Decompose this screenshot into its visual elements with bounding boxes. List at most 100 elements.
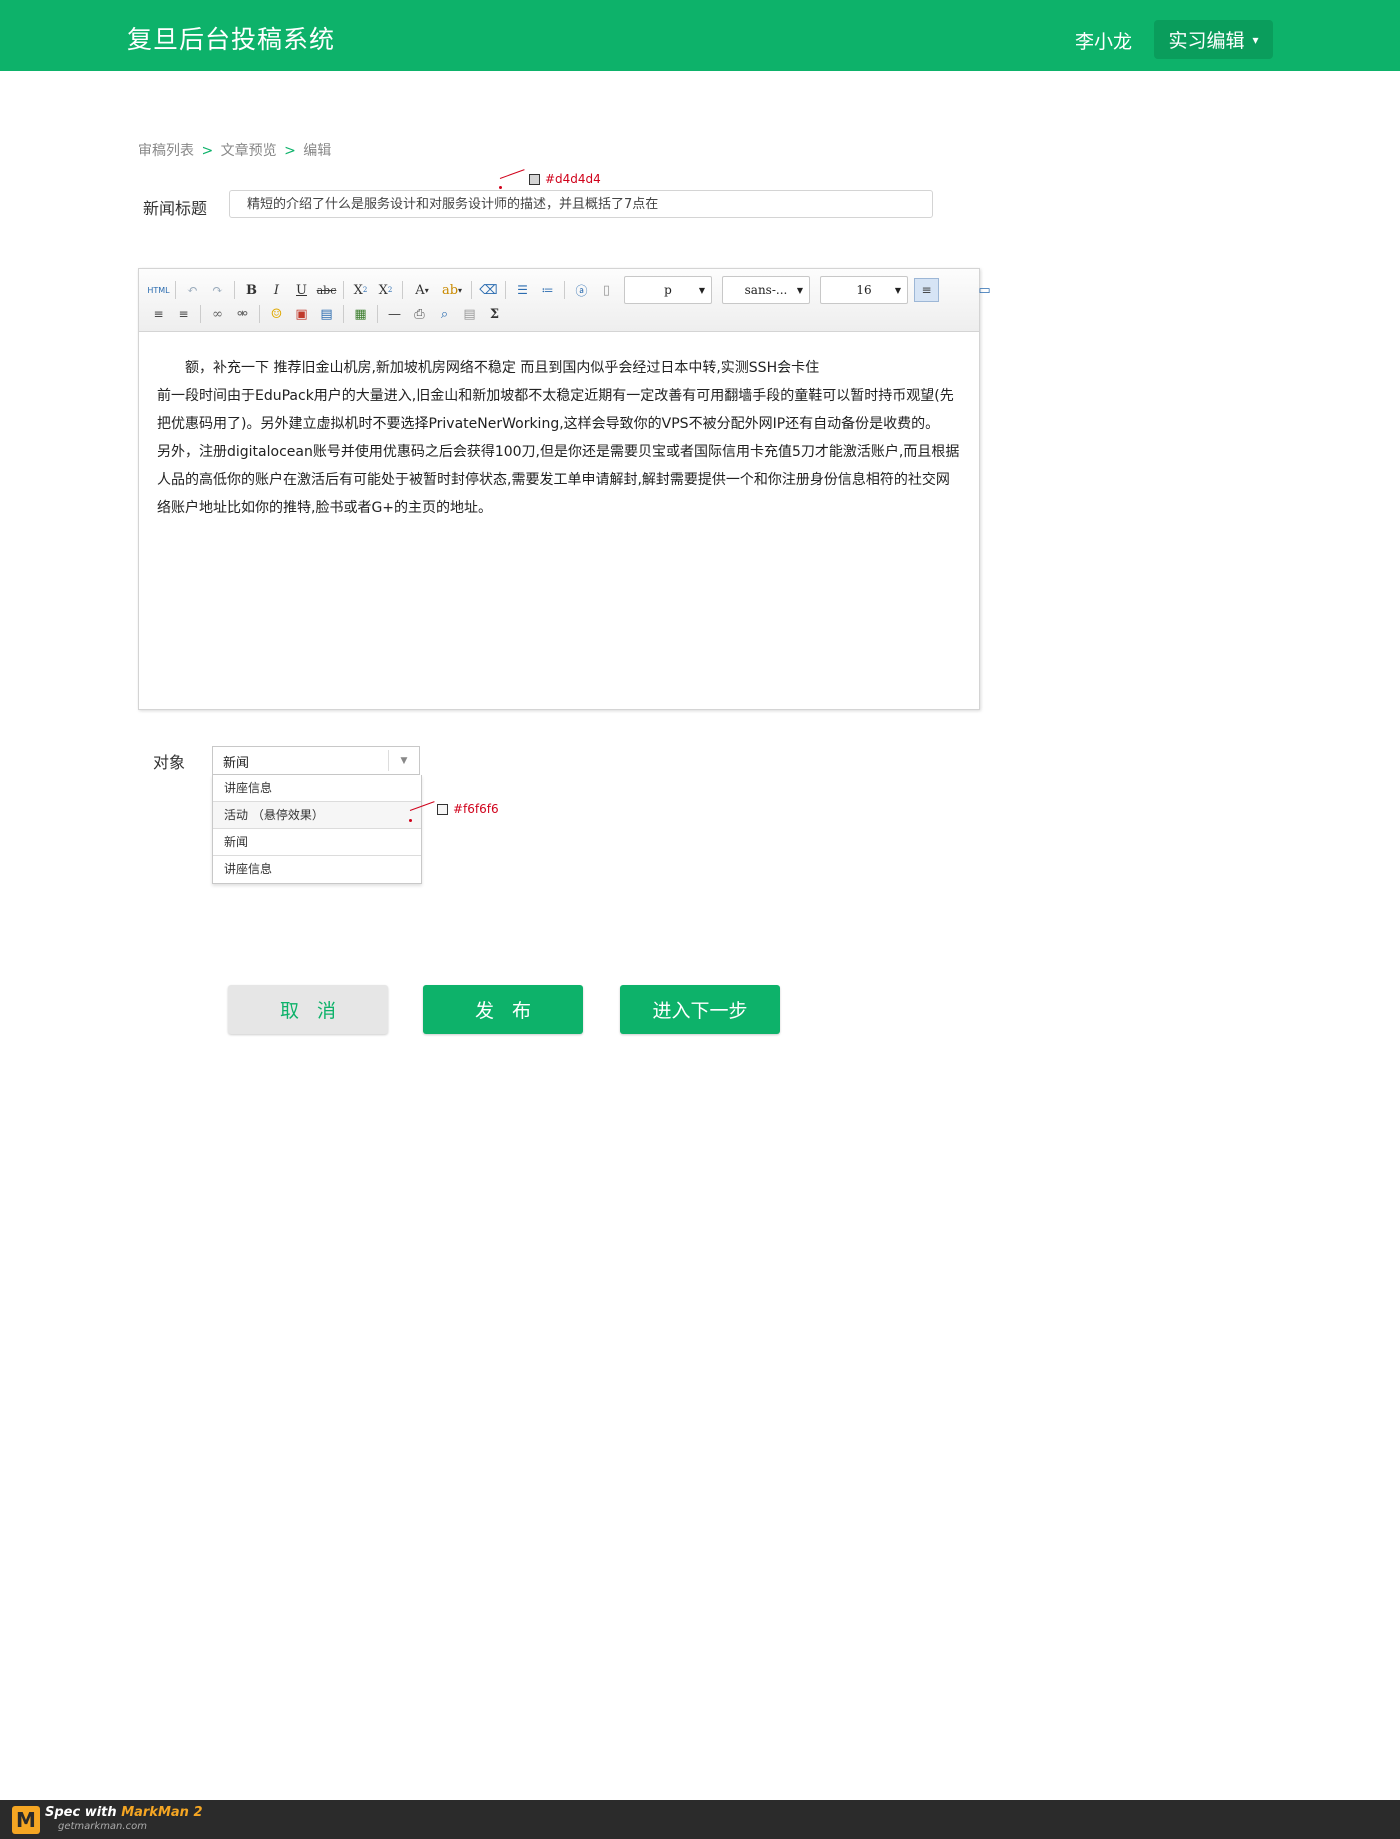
footer-brand-name: MarkMan 2 <box>121 1805 203 1820</box>
chevron-down-icon: ▼ <box>698 286 705 295</box>
highlight-icon[interactable]: ab ▾ <box>438 279 466 301</box>
breadcrumb-item-article-preview[interactable]: 文章预览 <box>221 143 277 159</box>
annotation-dot <box>409 819 412 822</box>
footer-brand: Spec with MarkMan 2 <box>45 1805 203 1820</box>
toolbar-divider <box>377 305 378 323</box>
annotation-dot <box>499 186 502 189</box>
font-family-select[interactable]: sans-... ▼ <box>722 276 810 304</box>
target-select-value: 新闻 <box>223 756 250 771</box>
breadcrumb: 审稿列表 > 文章预览 > 编辑 <box>138 140 331 160</box>
html-icon[interactable]: HTML <box>147 279 170 301</box>
redo-icon[interactable]: ↷ <box>206 279 229 301</box>
font-select-value: sans-... <box>744 283 788 297</box>
color-swatch <box>437 803 448 815</box>
user-name[interactable]: 李小龙 <box>1075 27 1132 54</box>
markman-logo-icon: M <box>12 1806 40 1834</box>
chevron-down-icon[interactable]: ▼ <box>388 750 419 771</box>
toolbar-divider <box>343 281 344 299</box>
subscript-icon[interactable]: X2 <box>374 279 397 301</box>
page-icon[interactable]: ▯ <box>595 279 618 301</box>
toolbar-divider <box>200 305 201 323</box>
anchor-icon[interactable]: ⓐ <box>570 279 593 301</box>
image-icon[interactable]: ▣ <box>290 303 313 325</box>
size-select-value: 16 <box>856 283 872 297</box>
chevron-down-icon: ▾ <box>1252 32 1259 47</box>
video-icon[interactable]: ▤ <box>315 303 338 325</box>
toolbar-divider <box>402 281 403 299</box>
unordered-list-icon[interactable]: ≔ <box>536 279 559 301</box>
superscript-icon[interactable]: X2 <box>349 279 372 301</box>
annotation-label: #f6f6f6 <box>453 802 499 816</box>
search-icon[interactable]: ⌕ <box>433 303 456 325</box>
ordered-list-icon[interactable]: ☰ <box>511 279 534 301</box>
horizontal-rule-icon[interactable]: — <box>383 303 406 325</box>
paragraph-select-value: p <box>664 283 672 297</box>
emoticon-icon[interactable]: ☺ <box>265 303 288 325</box>
cancel-button[interactable]: 取消 <box>228 985 388 1034</box>
align-right-icon[interactable]: ≡ <box>172 303 195 325</box>
color-swatch <box>529 173 540 185</box>
annotation-line <box>499 169 525 179</box>
target-select[interactable]: 新闻 ▼ <box>212 746 420 775</box>
unlink-icon[interactable]: ⚮ <box>231 303 254 325</box>
top-header: 复旦后台投稿系统 李小龙 实习编辑 ▾ <box>0 0 1400 71</box>
align-center-icon[interactable]: ≡ <box>147 303 170 325</box>
annotation-border-color: #d4d4d4 <box>529 172 601 186</box>
next-step-button[interactable]: 进入下一步 <box>620 985 780 1034</box>
paste-icon[interactable]: ▤ <box>458 303 481 325</box>
news-title-input[interactable]: 精短的介绍了什么是服务设计和对服务设计师的描述，并且概括了7点在 <box>229 190 933 218</box>
editor-paragraph: 额，补充一下 推荐旧金山机房,新加坡机房网络不稳定 而且到国内似乎会经过日本中转… <box>185 360 820 376</box>
publish-button[interactable]: 发布 <box>423 985 583 1034</box>
role-dropdown-button[interactable]: 实习编辑 ▾ <box>1154 20 1273 59</box>
bold-icon[interactable]: B <box>240 279 263 301</box>
toolbar-divider <box>471 281 472 299</box>
toolbar-divider <box>564 281 565 299</box>
app-title: 复旦后台投稿系统 <box>127 25 336 54</box>
breadcrumb-item-edit: 编辑 <box>303 143 332 159</box>
eraser-icon[interactable]: ⌫ <box>477 279 500 301</box>
paragraph-select[interactable]: p ▼ <box>624 276 712 304</box>
target-label: 对象 <box>153 753 186 772</box>
markman-footer: M Spec with MarkMan 2 getmarkman.com <box>0 1800 1400 1839</box>
breadcrumb-item-review-list[interactable]: 审稿列表 <box>138 143 194 159</box>
italic-icon[interactable]: I <box>265 279 288 301</box>
chevron-down-icon: ▼ <box>796 286 803 295</box>
toolbar-divider <box>505 281 506 299</box>
annotation-hover-color: #f6f6f6 <box>437 802 499 816</box>
formula-icon[interactable]: Σ <box>483 303 506 325</box>
toolbar-divider <box>343 305 344 323</box>
editor-paragraph: 另外，注册digitalocean账号并使用优惠码之后会获得100刀,但是你还是… <box>157 444 960 516</box>
rich-text-editor: HTML ↶ ↷ B I U abc X2 X2 A ▾ ab ▾ ⌫ ☰ ≔ ⓐ … <box>138 268 991 710</box>
dropdown-option-hovered[interactable]: 活动 （悬停效果） <box>213 802 421 829</box>
toolbar-divider <box>259 305 260 323</box>
dropdown-option[interactable]: 讲座信息 <box>213 856 421 883</box>
breadcrumb-separator: > <box>201 143 214 159</box>
link-icon[interactable]: ∞ <box>206 303 229 325</box>
editor-content[interactable]: 额，补充一下 推荐旧金山机房,新加坡机房网络不稳定 而且到国内似乎会经过日本中转… <box>139 332 979 522</box>
target-dropdown-menu: 讲座信息 活动 （悬停效果） 新闻 讲座信息 <box>212 775 422 884</box>
undo-icon[interactable]: ↶ <box>181 279 204 301</box>
footer-url[interactable]: getmarkman.com <box>58 1821 147 1832</box>
toolbar-divider <box>175 281 176 299</box>
toolbar-divider <box>234 281 235 299</box>
chevron-down-icon: ▼ <box>894 286 901 295</box>
underline-icon[interactable]: U <box>290 279 313 301</box>
toolbar-row-1: HTML ↶ ↷ B I U abc X2 X2 A ▾ ab ▾ ⌫ ☰ ≔ ⓐ … <box>147 276 996 304</box>
role-label: 实习编辑 <box>1168 30 1245 52</box>
insert-picture-icon[interactable]: ▦ <box>349 303 372 325</box>
strikethrough-icon[interactable]: abc <box>315 279 338 301</box>
dropdown-option[interactable]: 讲座信息 <box>213 775 421 802</box>
editor-paragraph: 前一段时间由于EduPack用户的大量进入,旧金山和新加坡都不太稳定近期有一定改… <box>157 388 954 432</box>
font-color-icon[interactable]: A ▾ <box>408 279 436 301</box>
annotation-label: #d4d4d4 <box>545 172 601 186</box>
footer-brand-prefix: Spec with <box>45 1805 122 1820</box>
align-left-icon[interactable]: ≡ <box>914 278 939 302</box>
print-icon[interactable]: ⎙ <box>408 303 431 325</box>
editor-toolbar: HTML ↶ ↷ B I U abc X2 X2 A ▾ ab ▾ ⌫ ☰ ≔ ⓐ … <box>139 269 991 332</box>
news-title-label: 新闻标题 <box>143 199 208 218</box>
font-size-select[interactable]: 16 ▼ <box>820 276 908 304</box>
toolbar-row-2: ≡ ≡ ∞ ⚮ ☺ ▣ ▤ ▦ — ⎙ ⌕ ▤ Σ <box>147 303 506 325</box>
dropdown-option[interactable]: 新闻 <box>213 829 421 856</box>
preview-icon[interactable]: ▭ <box>973 279 996 301</box>
breadcrumb-separator: > <box>284 143 296 159</box>
